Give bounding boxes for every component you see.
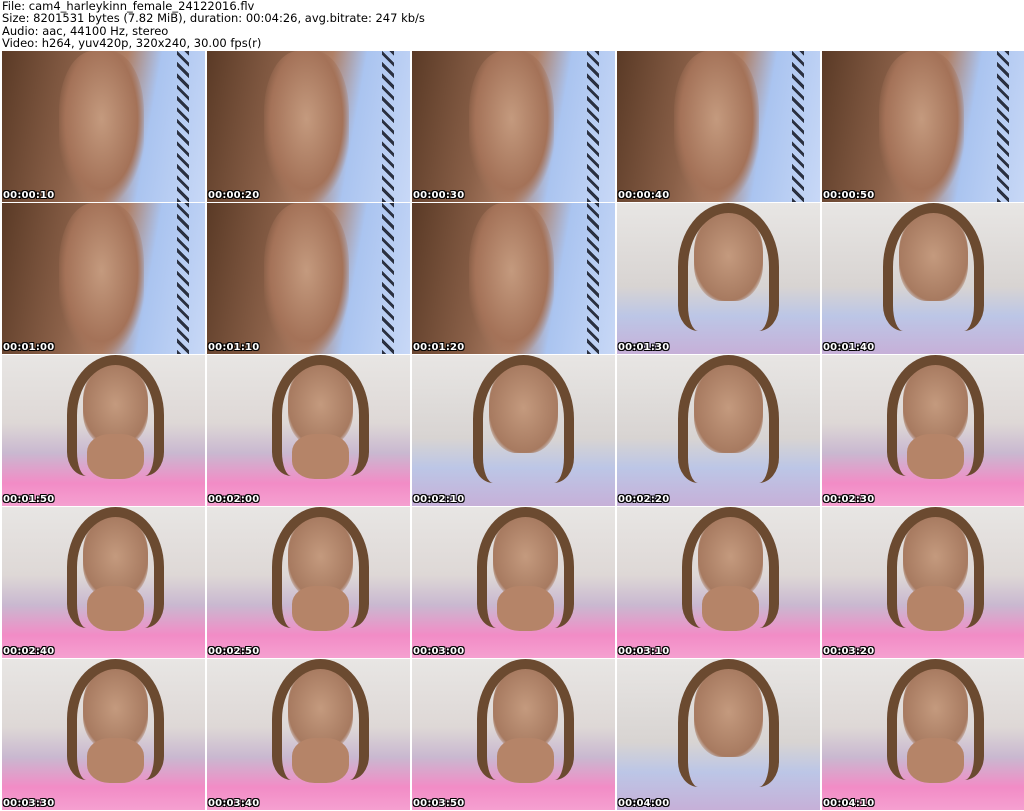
face-shape: [468, 203, 555, 354]
video-thumbnail: 00:00:10: [2, 51, 205, 202]
hand-shape: [292, 585, 350, 631]
video-thumbnail: 00:00:50: [822, 51, 1024, 202]
hand-shape: [87, 585, 145, 631]
hand-shape: [702, 585, 760, 631]
zipper-shape: [381, 203, 394, 354]
thumbnail-timestamp: 00:02:10: [413, 494, 465, 505]
thumbnail-timestamp: 00:01:10: [208, 342, 260, 353]
video-thumbnail: 00:01:10: [207, 203, 410, 354]
video-thumbnail: 00:00:20: [207, 51, 410, 202]
video-thumbnail: 00:01:20: [412, 203, 615, 354]
video-thumbnail: 00:04:10: [822, 659, 1024, 810]
video-info-header: File: cam4_harleykinn_female_24122016.fl…: [2, 0, 425, 50]
face-shape: [468, 51, 555, 202]
thumbnail-timestamp: 00:00:20: [208, 190, 260, 201]
thumbnail-timestamp: 00:01:00: [3, 342, 55, 353]
zipper-shape: [586, 51, 599, 202]
hand-shape: [292, 737, 350, 783]
face-shape: [878, 51, 965, 202]
thumbnail-timestamp: 00:00:40: [618, 190, 670, 201]
video-thumbnail: 00:03:00: [412, 507, 615, 658]
zipper-shape: [996, 51, 1009, 202]
video-thumbnail: 00:03:20: [822, 507, 1024, 658]
thumbnail-timestamp: 00:02:20: [618, 494, 670, 505]
thumbnail-timestamp: 00:03:30: [3, 798, 55, 809]
hair-shape: [882, 203, 985, 332]
thumbnail-timestamp: 00:03:00: [413, 646, 465, 657]
thumbnail-timestamp: 00:03:40: [208, 798, 260, 809]
video-thumbnail: 00:02:10: [412, 355, 615, 506]
face-shape: [263, 51, 350, 202]
thumbnail-timestamp: 00:01:50: [3, 494, 55, 505]
hand-shape: [907, 585, 965, 631]
zipper-shape: [176, 203, 189, 354]
video-thumbnail: 00:02:40: [2, 507, 205, 658]
face-shape: [673, 51, 760, 202]
video-thumbnail: 00:02:00: [207, 355, 410, 506]
thumbnail-timestamp: 00:01:30: [618, 342, 670, 353]
thumbnail-timestamp: 00:00:10: [3, 190, 55, 201]
thumbnail-timestamp: 00:00:30: [413, 190, 465, 201]
hand-shape: [497, 585, 555, 631]
hand-shape: [87, 433, 145, 479]
thumbnail-timestamp: 00:03:20: [823, 646, 875, 657]
thumbnail-timestamp: 00:00:50: [823, 190, 875, 201]
video-thumbnail: 00:02:50: [207, 507, 410, 658]
hair-shape: [677, 203, 780, 332]
zipper-shape: [586, 203, 599, 354]
video-thumbnail: 00:03:50: [412, 659, 615, 810]
video-thumbnail: 00:01:40: [822, 203, 1024, 354]
thumbnail-timestamp: 00:02:50: [208, 646, 260, 657]
hand-shape: [907, 433, 965, 479]
zipper-shape: [381, 51, 394, 202]
video-thumbnail: 00:00:40: [617, 51, 820, 202]
video-thumbnail: 00:01:30: [617, 203, 820, 354]
hair-shape: [472, 355, 575, 484]
hand-shape: [497, 737, 555, 783]
zipper-shape: [791, 51, 804, 202]
hand-shape: [292, 433, 350, 479]
face-shape: [263, 203, 350, 354]
video-thumbnail: 00:02:20: [617, 355, 820, 506]
video-thumbnail: 00:03:10: [617, 507, 820, 658]
thumbnail-timestamp: 00:02:40: [3, 646, 55, 657]
video-thumbnail: 00:01:00: [2, 203, 205, 354]
thumbnail-timestamp: 00:01:40: [823, 342, 875, 353]
face-shape: [58, 203, 145, 354]
video-thumbnail: 00:03:30: [2, 659, 205, 810]
video-thumbnail: 00:00:30: [412, 51, 615, 202]
thumbnail-grid: 00:00:10 00:00:20 00:00:30 00:00:40 00:00:50…: [2, 51, 1024, 810]
thumbnail-timestamp: 00:04:00: [618, 798, 670, 809]
thumbnail-timestamp: 00:01:20: [413, 342, 465, 353]
hand-shape: [87, 737, 145, 783]
file-size-line: Size: 8201531 bytes (7.82 MiB), duration…: [2, 11, 425, 26]
hair-shape: [677, 659, 780, 788]
thumbnail-timestamp: 00:03:10: [618, 646, 670, 657]
hair-shape: [677, 355, 780, 484]
video-thumbnail: 00:01:50: [2, 355, 205, 506]
hand-shape: [907, 737, 965, 783]
thumbnail-timestamp: 00:02:00: [208, 494, 260, 505]
zipper-shape: [176, 51, 189, 202]
video-info-line: Video: h264, yuv420p, 320x240, 30.00 fps…: [2, 36, 262, 51]
video-thumbnail: 00:02:30: [822, 355, 1024, 506]
face-shape: [58, 51, 145, 202]
thumbnail-timestamp: 00:02:30: [823, 494, 875, 505]
video-thumbnail: 00:03:40: [207, 659, 410, 810]
thumbnail-timestamp: 00:03:50: [413, 798, 465, 809]
video-thumbnail: 00:04:00: [617, 659, 820, 810]
thumbnail-timestamp: 00:04:10: [823, 798, 875, 809]
